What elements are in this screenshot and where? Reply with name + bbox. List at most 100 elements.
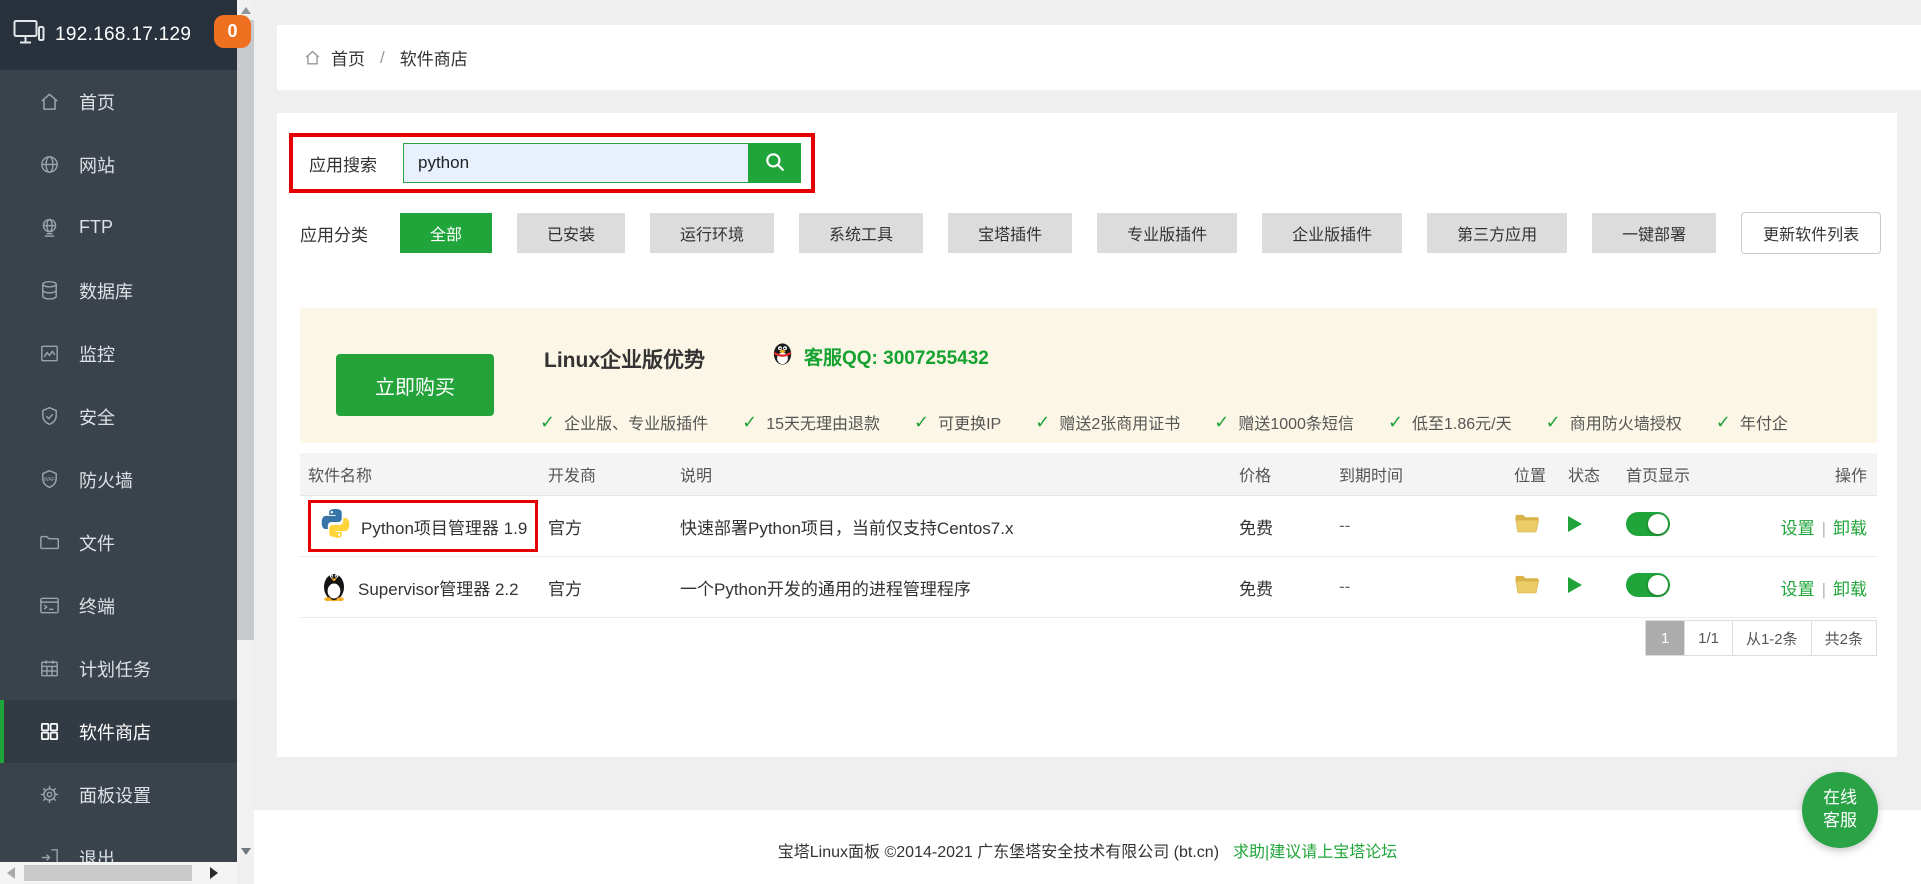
- sidebar-item-label: 计划任务: [79, 656, 151, 682]
- check-icon: ✓: [1214, 412, 1229, 433]
- online-service-label-line1: 在线: [1823, 787, 1857, 810]
- category-tab-system-tools[interactable]: 系统工具: [799, 213, 923, 253]
- category-tab-bt-plugins[interactable]: 宝塔插件: [948, 213, 1072, 253]
- online-service-button[interactable]: 在线 客服: [1802, 772, 1878, 848]
- sidebar-item-home[interactable]: 首页: [0, 70, 237, 133]
- sidebar: 192.168.17.129 首页 网站 FTP 数据库 监控: [0, 0, 237, 884]
- sidebar-item-label: 数据库: [79, 278, 133, 304]
- promo-feature: ✓15天无理由退款: [742, 410, 880, 434]
- table-row-python-manager: Python项目管理器 1.9 官方 快速部署Python项目，当前仅支持Cen…: [300, 496, 1877, 557]
- sidebar-item-label: 文件: [79, 530, 115, 556]
- sidebar-item-label: 网站: [79, 152, 115, 178]
- pagination-page-1[interactable]: 1: [1645, 620, 1685, 656]
- sidebar-item-label: FTP: [79, 217, 113, 238]
- col-header-description: 说明: [672, 462, 1231, 486]
- qq-penguin-icon: [770, 340, 795, 372]
- sidebar-item-firewall[interactable]: WAF 防火墙: [0, 448, 237, 511]
- uninstall-link[interactable]: 卸载: [1833, 519, 1867, 538]
- col-header-price: 价格: [1231, 462, 1331, 486]
- promo-feature: ✓年付企: [1716, 410, 1788, 434]
- sidebar-item-website[interactable]: 网站: [0, 133, 237, 196]
- app-price: 免费: [1231, 514, 1331, 539]
- sidebar-item-ftp[interactable]: FTP: [0, 196, 237, 259]
- open-location-folder-icon[interactable]: [1514, 580, 1540, 599]
- footer-help-link[interactable]: 求助|建议请上宝塔论坛: [1233, 838, 1397, 862]
- shield-check-icon: [37, 405, 61, 429]
- check-icon: ✓: [1546, 412, 1561, 433]
- search-icon: [762, 149, 788, 178]
- promo-banner: 立即购买 Linux企业版优势 客服QQ: 3007255432 ✓企业版、专业…: [300, 308, 1877, 443]
- category-tab-third-party[interactable]: 第三方应用: [1427, 213, 1567, 253]
- promo-feature: ✓低至1.86元/天: [1388, 410, 1512, 434]
- service-running-icon[interactable]: [1568, 577, 1582, 593]
- sidebar-item-files[interactable]: 文件: [0, 511, 237, 574]
- pagination-pages: 1/1: [1685, 620, 1733, 656]
- database-icon: [37, 279, 61, 303]
- category-tab-pro-plugins[interactable]: 专业版插件: [1097, 213, 1237, 253]
- sidebar-item-panel-settings[interactable]: 面板设置: [0, 763, 237, 826]
- vertical-scrollbar-thumb[interactable]: [237, 20, 254, 640]
- show-on-home-toggle[interactable]: [1626, 573, 1670, 597]
- grid-icon: [37, 720, 61, 744]
- python-logo-icon: [319, 507, 352, 545]
- action-separator: |: [1822, 580, 1826, 599]
- app-expiry: --: [1331, 577, 1506, 597]
- category-tab-one-click[interactable]: 一键部署: [1592, 213, 1716, 253]
- app-name-annotation-box: Python项目管理器 1.9: [308, 500, 538, 552]
- category-tab-runtime[interactable]: 运行环境: [650, 213, 774, 253]
- promo-feature: ✓赠送2张商用证书: [1035, 410, 1180, 434]
- sidebar-item-security[interactable]: 安全: [0, 385, 237, 448]
- sidebar-item-app-store[interactable]: 软件商店: [0, 700, 237, 763]
- sidebar-item-monitor[interactable]: 监控: [0, 322, 237, 385]
- globe-icon: [37, 153, 61, 177]
- show-on-home-toggle[interactable]: [1626, 512, 1670, 536]
- update-software-list-button[interactable]: 更新软件列表: [1741, 212, 1881, 254]
- online-service-label-line2: 客服: [1823, 810, 1857, 833]
- category-tab-all[interactable]: 全部: [400, 213, 492, 253]
- check-icon: ✓: [1388, 412, 1403, 433]
- qq-contact: 客服QQ: 3007255432: [770, 340, 989, 372]
- promo-feature: ✓商用防火墙授权: [1546, 410, 1682, 434]
- scroll-up-arrow-icon[interactable]: [241, 7, 251, 14]
- app-developer: 官方: [540, 575, 672, 600]
- search-input[interactable]: [403, 143, 748, 183]
- sidebar-item-label: 终端: [79, 593, 115, 619]
- search-button[interactable]: [748, 143, 801, 183]
- service-running-icon[interactable]: [1568, 516, 1582, 532]
- breadcrumb-separator: /: [380, 48, 385, 68]
- pagination-total: 共2条: [1812, 620, 1877, 656]
- server-ip: 192.168.17.129: [55, 24, 191, 46]
- sidebar-item-label: 软件商店: [79, 719, 151, 745]
- waf-shield-icon: WAF: [37, 468, 61, 492]
- vertical-scrollbar[interactable]: [237, 0, 254, 862]
- scroll-down-arrow-icon[interactable]: [241, 848, 251, 855]
- horizontal-scrollbar[interactable]: [0, 862, 237, 884]
- category-tab-enterprise-plugins[interactable]: 企业版插件: [1262, 213, 1402, 253]
- col-header-status: 状态: [1560, 462, 1618, 486]
- sidebar-item-label: 防火墙: [79, 467, 133, 493]
- calendar-icon: [37, 657, 61, 681]
- promo-feature: ✓企业版、专业版插件: [540, 410, 708, 434]
- open-location-folder-icon[interactable]: [1514, 519, 1540, 538]
- category-tab-installed[interactable]: 已安装: [517, 213, 625, 253]
- scroll-left-arrow-icon[interactable]: [7, 867, 15, 879]
- notification-badge[interactable]: 0: [214, 15, 251, 48]
- breadcrumb-home-link[interactable]: 首页: [331, 45, 365, 70]
- sidebar-item-database[interactable]: 数据库: [0, 259, 237, 322]
- sidebar-header: 192.168.17.129: [0, 0, 237, 70]
- sidebar-item-cron[interactable]: 计划任务: [0, 637, 237, 700]
- settings-link[interactable]: 设置: [1781, 519, 1815, 538]
- check-icon: ✓: [1716, 412, 1731, 433]
- folder-icon: [37, 531, 61, 555]
- promo-title: Linux企业版优势: [544, 344, 705, 374]
- sidebar-item-terminal[interactable]: 终端: [0, 574, 237, 637]
- buy-now-button[interactable]: 立即购买: [336, 354, 494, 416]
- svg-text:WAF: WAF: [43, 477, 54, 483]
- settings-link[interactable]: 设置: [1781, 580, 1815, 599]
- home-icon: [37, 90, 61, 114]
- uninstall-link[interactable]: 卸载: [1833, 580, 1867, 599]
- qq-contact-text: 客服QQ: 3007255432: [804, 343, 989, 370]
- horizontal-scrollbar-thumb[interactable]: [24, 865, 192, 881]
- scroll-right-arrow-icon[interactable]: [210, 867, 218, 879]
- table-header-row: 软件名称 开发商 说明 价格 到期时间 位置 状态 首页显示 操作: [300, 453, 1877, 496]
